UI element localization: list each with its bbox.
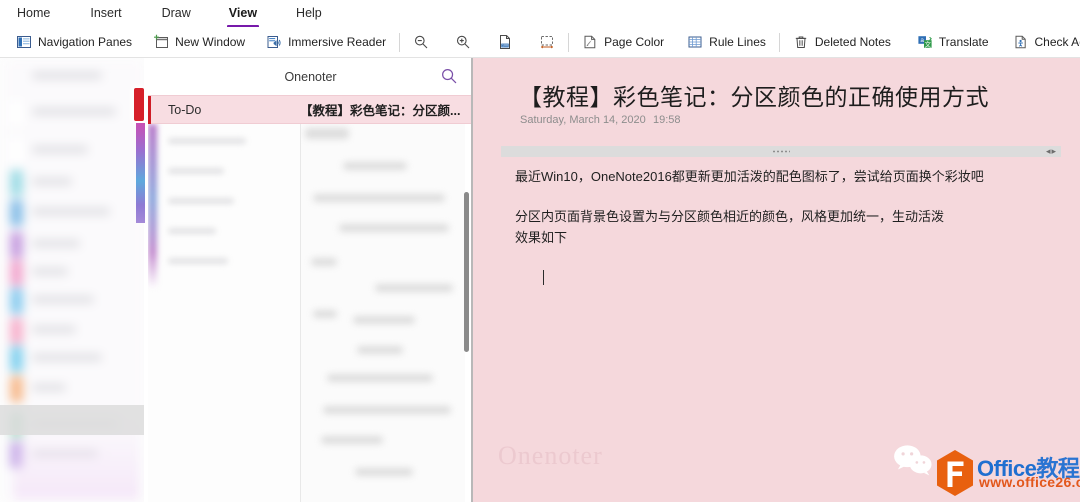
selected-page-row[interactable]: To-Do 【教程】彩色笔记：分区颜... bbox=[148, 95, 473, 125]
zoom-out-button[interactable] bbox=[406, 29, 436, 55]
translate-label: Translate bbox=[938, 35, 989, 49]
page-list-panel: Onenoter To-Do 【教程】彩色笔记：分区颜... bbox=[148, 58, 473, 502]
toolbar-separator-3 bbox=[778, 32, 780, 52]
new-window-label: New Window bbox=[175, 35, 246, 49]
note-date: Saturday, March 14, 2020 bbox=[520, 114, 646, 126]
page-width-button[interactable] bbox=[532, 29, 562, 55]
rail-section-gradient-strip bbox=[136, 123, 145, 223]
deleted-notes-icon bbox=[793, 34, 809, 50]
immersive-reader-button[interactable]: Immersive Reader bbox=[259, 29, 393, 55]
ribbon-toolbar: Navigation Panes New Window Immersive Re… bbox=[0, 27, 1080, 58]
rail-highlight-band bbox=[0, 405, 148, 435]
page-list-blurred-content bbox=[148, 124, 473, 502]
pages-blurred bbox=[301, 124, 465, 502]
deleted-notes-button[interactable]: Deleted Notes bbox=[786, 29, 898, 55]
page-zoom-100-icon: 100 bbox=[497, 34, 513, 50]
watermark-brand-text: Onenoter bbox=[498, 441, 603, 470]
site-url: www.office26.com bbox=[979, 474, 1080, 490]
note-canvas[interactable]: 【教程】彩色笔记：分区颜色的正确使用方式 Saturday, March 14,… bbox=[473, 58, 1080, 502]
svg-text:文: 文 bbox=[925, 39, 932, 48]
tab-home[interactable]: Home bbox=[15, 2, 52, 26]
note-time: 19:58 bbox=[653, 114, 681, 126]
search-bar[interactable]: Onenoter bbox=[148, 58, 473, 95]
page-color-label: Page Color bbox=[604, 35, 665, 49]
office-logo-icon bbox=[933, 449, 977, 497]
immersive-reader-icon bbox=[266, 34, 282, 50]
svg-text:100: 100 bbox=[502, 44, 508, 48]
note-paragraph-2 bbox=[515, 187, 1061, 206]
onenote-window: Home Insert Draw View Help Navigation Pa… bbox=[0, 0, 1080, 502]
toolbar-separator-1 bbox=[399, 32, 401, 52]
note-text-block[interactable]: ◂▸ 最近Win10，OneNote2016都更新更加活泼的配色图标了，尝试给页… bbox=[501, 146, 1061, 285]
deleted-notes-label: Deleted Notes bbox=[814, 35, 891, 49]
text-caret bbox=[543, 270, 544, 285]
navigation-panes-label: Navigation Panes bbox=[38, 35, 133, 49]
tab-insert[interactable]: Insert bbox=[88, 2, 123, 26]
page-width-icon bbox=[539, 34, 555, 50]
tab-help[interactable]: Help bbox=[294, 2, 324, 26]
ribbon-tabbar: Home Insert Draw View Help bbox=[0, 0, 1080, 28]
tab-view-label: View bbox=[228, 5, 258, 20]
tab-insert-label: Insert bbox=[90, 5, 122, 20]
search-icon[interactable] bbox=[440, 67, 459, 86]
search-input[interactable]: Onenoter bbox=[284, 70, 336, 84]
selected-row-marker bbox=[148, 96, 151, 125]
notebook-rail[interactable] bbox=[0, 58, 148, 502]
navigation-panes-button[interactable]: Navigation Panes bbox=[9, 29, 139, 55]
tab-draw-label: Draw bbox=[161, 5, 191, 20]
translate-icon: a文 bbox=[917, 34, 933, 50]
note-block-handle[interactable]: ◂▸ bbox=[501, 146, 1061, 157]
rule-lines-label: Rule Lines bbox=[709, 35, 766, 49]
rule-lines-button[interactable]: Rule Lines bbox=[680, 29, 773, 55]
tab-draw[interactable]: Draw bbox=[160, 2, 193, 26]
zoom-out-icon bbox=[413, 34, 429, 50]
block-resize-arrows-icon[interactable]: ◂▸ bbox=[1046, 147, 1057, 156]
note-title[interactable]: 【教程】彩色笔记：分区颜色的正确使用方式 bbox=[519, 78, 989, 112]
zoom-in-icon bbox=[455, 34, 471, 50]
check-accessibility-label: Check Accessibility bbox=[1034, 35, 1080, 49]
new-window-icon bbox=[153, 34, 169, 50]
rule-lines-icon bbox=[687, 34, 703, 50]
section-list-blurred bbox=[148, 124, 300, 502]
rail-active-section-tab[interactable] bbox=[134, 88, 144, 121]
navigation-panes-icon bbox=[16, 34, 32, 50]
immersive-reader-label: Immersive Reader bbox=[288, 35, 387, 49]
tab-home-label: Home bbox=[17, 5, 51, 20]
page-title-label: 【教程】彩色笔记：分区颜... bbox=[300, 104, 461, 118]
note-block-body[interactable]: 最近Win10，OneNote2016都更新更加活泼的配色图标了，尝试给页面换个… bbox=[501, 157, 1061, 248]
new-window-button[interactable]: New Window bbox=[146, 29, 252, 55]
check-accessibility-button[interactable]: Check Accessibility bbox=[1006, 29, 1080, 55]
section-name-label: To-Do bbox=[168, 102, 202, 117]
page-color-icon bbox=[582, 34, 598, 50]
note-paragraph-3: 分区内页面背景色设置为与分区颜色相近的颜色，风格更加统一，生动活泼 bbox=[515, 209, 945, 224]
tab-view[interactable]: View bbox=[226, 2, 260, 28]
page-color-button[interactable]: Page Color bbox=[575, 29, 671, 55]
translate-button[interactable]: a文 Translate bbox=[910, 29, 996, 55]
block-drag-dots-icon bbox=[772, 150, 790, 153]
zoom-in-button[interactable] bbox=[448, 29, 478, 55]
wechat-icon bbox=[893, 443, 935, 479]
note-paragraph-4: 效果如下 bbox=[515, 230, 568, 245]
toolbar-separator-2 bbox=[568, 32, 570, 52]
page-list-scrollbar[interactable] bbox=[464, 192, 469, 352]
page-zoom-100-button[interactable]: 100 bbox=[490, 29, 520, 55]
tab-help-label: Help bbox=[296, 5, 322, 20]
check-accessibility-icon bbox=[1013, 34, 1029, 50]
note-paragraph-1: 最近Win10，OneNote2016都更新更加活泼的配色图标了，尝试给页面换个… bbox=[515, 169, 984, 184]
